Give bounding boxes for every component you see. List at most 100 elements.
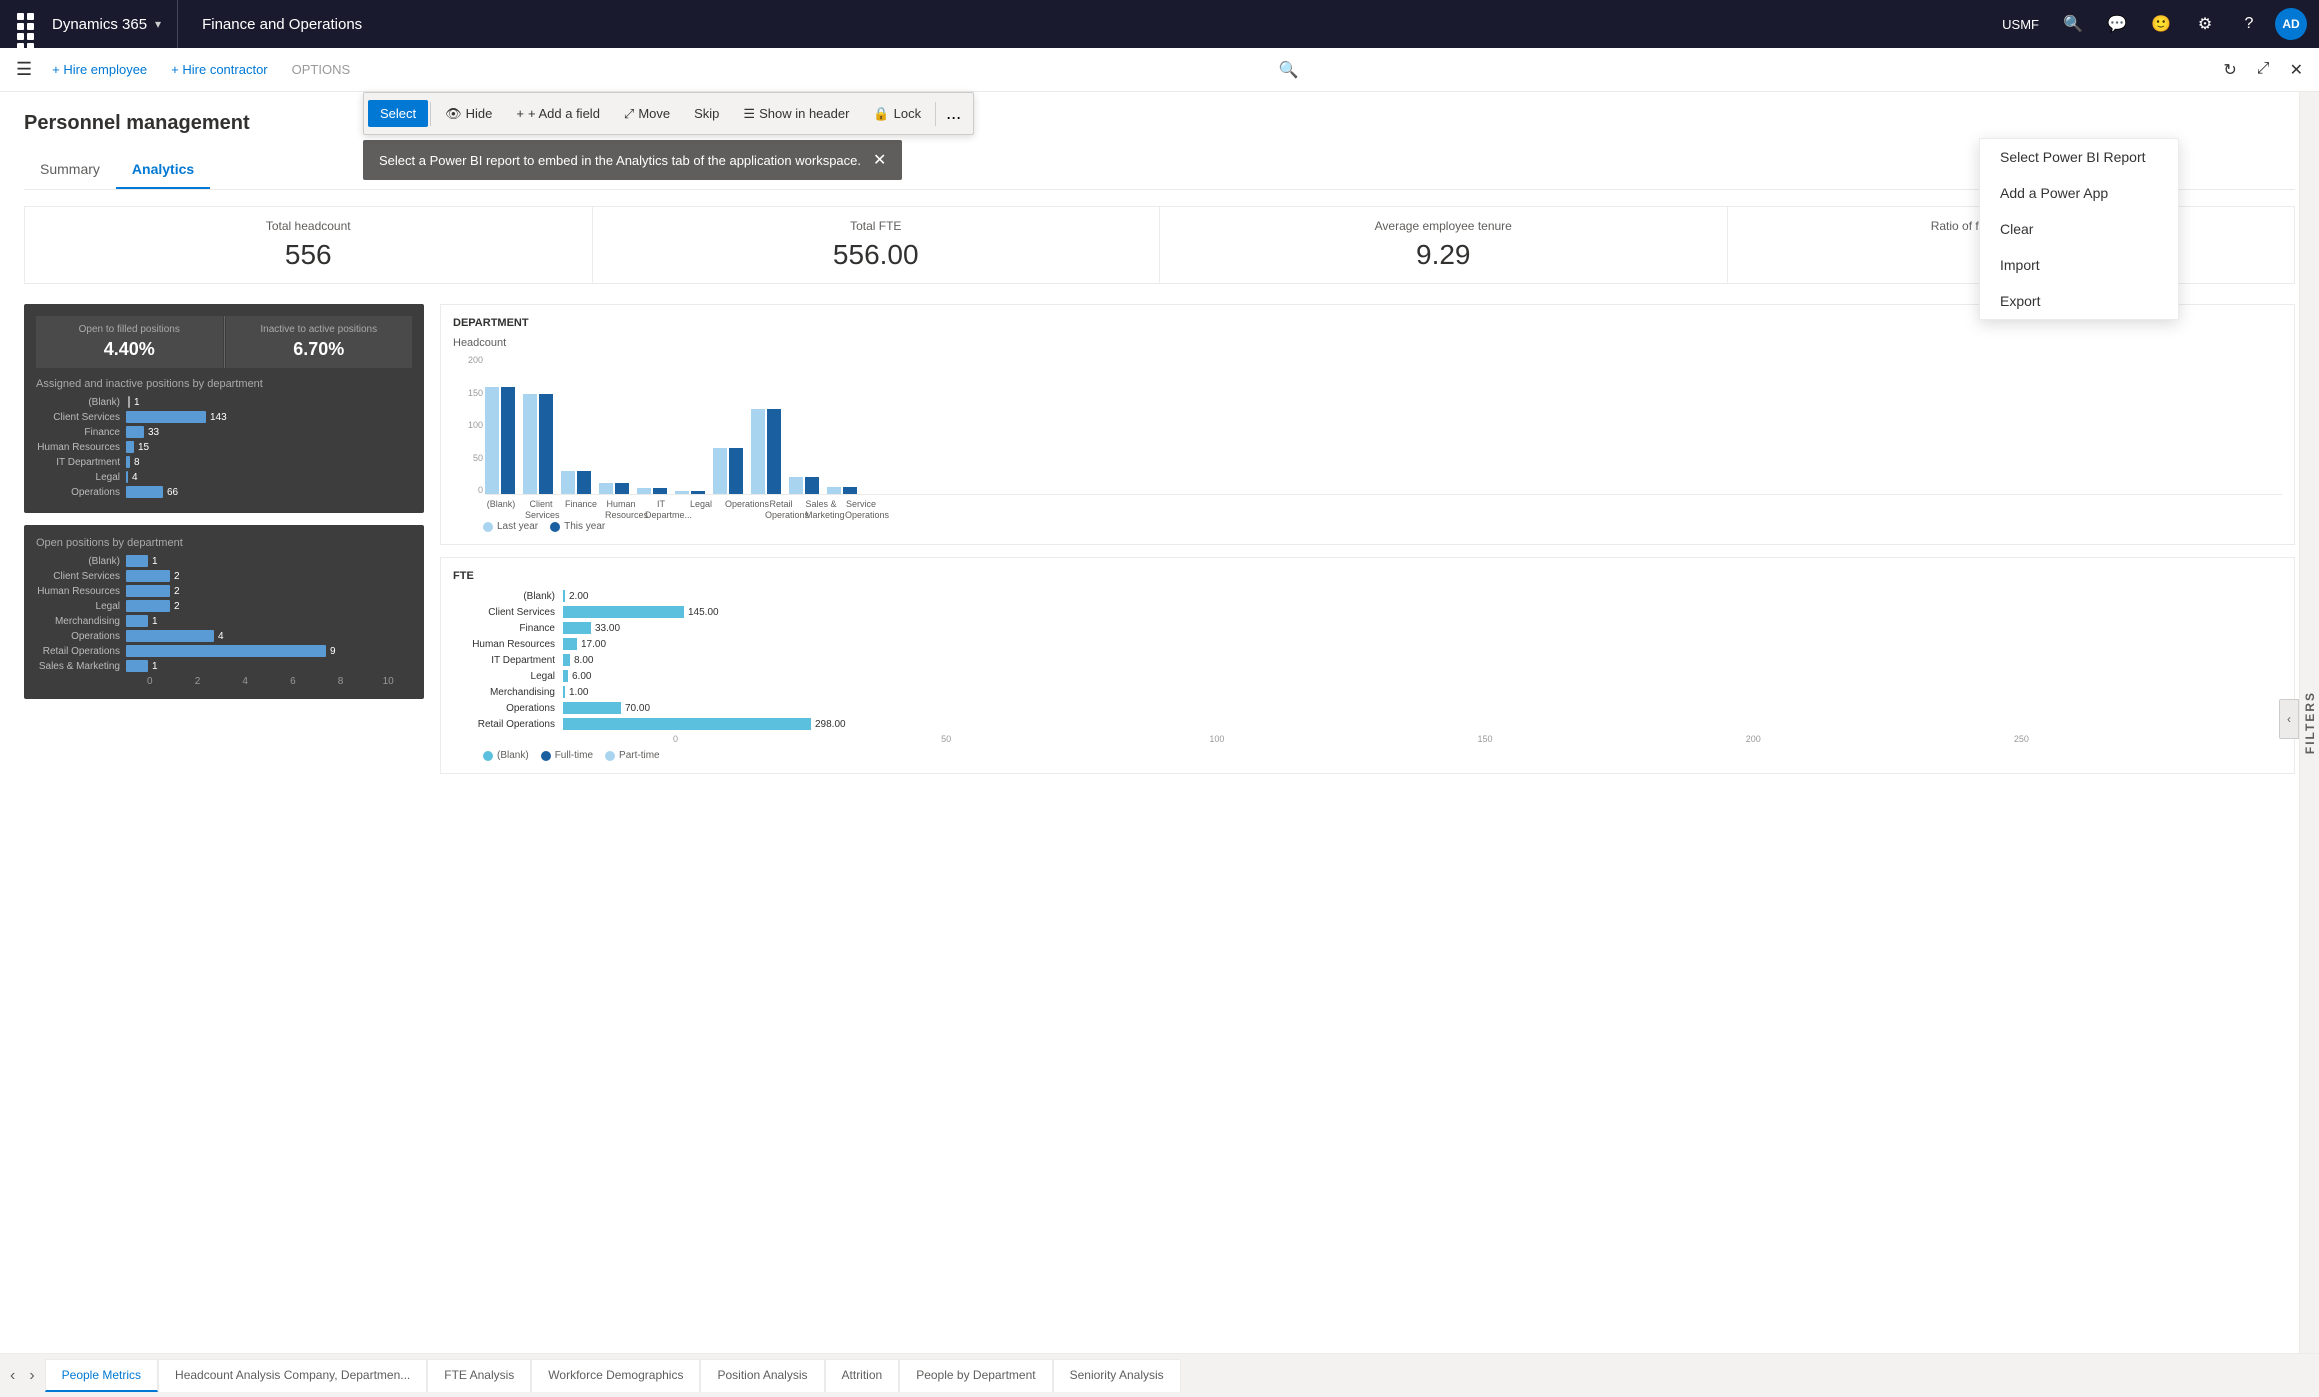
tooltip-close-button[interactable]: ✕ — [873, 150, 886, 170]
bottom-tab-1[interactable]: Headcount Analysis Company, Departmen... — [158, 1359, 427, 1392]
menu-item-clear[interactable]: Clear — [1980, 211, 2178, 247]
tab-summary[interactable]: Summary — [24, 151, 116, 189]
list-item — [599, 483, 629, 494]
list-item: Legal 4 — [36, 471, 412, 483]
help-icon[interactable]: ? — [2231, 6, 2267, 42]
skip-button[interactable]: Skip — [682, 100, 731, 127]
bottom-tab-nav: ‹ › — [0, 1363, 45, 1389]
hire-contractor-button[interactable]: + Hire contractor — [159, 56, 279, 83]
menu-item-add-power-app[interactable]: Add a Power App — [1980, 175, 2178, 211]
bottom-next-icon[interactable]: › — [23, 1363, 40, 1389]
list-item: Human Resources 15 — [36, 441, 412, 453]
bottom-tab-2[interactable]: FTE Analysis — [427, 1359, 531, 1392]
list-item — [789, 477, 819, 494]
legend-this-year: This year — [550, 521, 605, 532]
positions-chart: Open to filled positions 4.40% Inactive … — [24, 304, 424, 513]
dept-legend: Last year This year — [453, 521, 2282, 532]
menu-item-export[interactable]: Export — [1980, 283, 2178, 319]
user-avatar[interactable]: AD — [2275, 8, 2307, 40]
stat-headcount-value: 556 — [45, 239, 572, 271]
list-item — [675, 491, 705, 494]
bottom-tab-4[interactable]: Position Analysis — [700, 1359, 824, 1392]
list-item: Finance — [565, 499, 597, 521]
show-in-header-button[interactable]: ☰ Show in header — [731, 100, 861, 128]
list-item: (Blank) 1 — [36, 396, 412, 408]
chat-icon[interactable]: 💬 — [2099, 6, 2135, 42]
header-icon: ☰ — [743, 106, 755, 122]
bottom-prev-icon[interactable]: ‹ — [4, 1363, 21, 1389]
list-item: Finance 33.00 — [453, 622, 2282, 634]
list-item: IT Departme... — [645, 499, 677, 521]
filters-label: FILTERS — [2303, 691, 2317, 754]
bottom-tab-5[interactable]: Attrition — [825, 1359, 900, 1392]
add-icon: + — [516, 106, 524, 121]
list-item: IT Department 8 — [36, 456, 412, 468]
move-button[interactable]: ⤢ Move — [612, 100, 682, 128]
open-positions-bars: (Blank) 1 Client Services 2 Human Resour… — [36, 555, 412, 672]
menu-item-select-pbi[interactable]: Select Power BI Report — [1980, 139, 2178, 175]
fte-bars: (Blank) 2.00 Client Services 145.00 Fina… — [453, 590, 2282, 730]
filters-sidebar[interactable]: FILTERS — [2299, 92, 2319, 1353]
smiley-icon[interactable]: 🙂 — [2143, 6, 2179, 42]
waffle-icon[interactable] — [12, 8, 44, 40]
list-item — [485, 387, 515, 494]
refresh-icon[interactable]: ↻ — [2215, 52, 2244, 88]
more-options-icon[interactable]: ... — [938, 97, 969, 130]
toolbar-overlay: Select 👁 Hide + + Add a field ⤢ Move Ski… — [363, 92, 974, 135]
search-nav-icon[interactable]: 🔍 — [1271, 52, 1307, 88]
tab-analytics[interactable]: Analytics — [116, 151, 210, 189]
bottom-tab-7[interactable]: Seniority Analysis — [1053, 1359, 1181, 1392]
this-year-label: This year — [564, 521, 605, 532]
search-icon[interactable]: 🔍 — [2055, 6, 2091, 42]
tooltip-text: Select a Power BI report to embed in the… — [379, 153, 861, 168]
list-item: Human Resources 2 — [36, 585, 412, 597]
this-year-dot — [550, 522, 560, 532]
parttime-dot — [605, 751, 615, 761]
inactive-to-active-value: 6.70% — [234, 339, 405, 360]
close-icon[interactable]: ✕ — [2282, 52, 2311, 88]
dropdown-menu: Select Power BI Report Add a Power App C… — [1979, 138, 2179, 320]
bottom-tab-0[interactable]: People Metrics — [45, 1359, 158, 1392]
assigned-inactive-chart: (Blank) 1 Client Services 143 Finance 33… — [36, 396, 412, 498]
menu-item-import[interactable]: Import — [1980, 247, 2178, 283]
last-year-label: Last year — [497, 521, 538, 532]
lock-icon: 🔒 — [873, 106, 889, 122]
second-nav: ☰ + Hire employee + Hire contractor OPTI… — [0, 48, 2319, 92]
fulltime-label: Full-time — [555, 750, 593, 761]
pos-divider — [224, 316, 225, 368]
dashboard-grid: Open to filled positions 4.40% Inactive … — [24, 304, 2295, 1303]
brand-section: Dynamics 365 ▾ — [52, 0, 178, 48]
bottom-tab-6[interactable]: People by Department — [899, 1359, 1052, 1392]
stat-fte: Total FTE 556.00 — [593, 207, 1161, 283]
list-item: Operations — [725, 499, 757, 521]
list-item: Sales & Marketing 1 — [36, 660, 412, 672]
list-item: Client Services 2 — [36, 570, 412, 582]
list-item: Human Resources — [605, 499, 637, 521]
inactive-to-active-label: Inactive to active positions — [234, 324, 405, 335]
brand-d365-label[interactable]: Dynamics 365 — [52, 16, 147, 33]
list-item: Finance 33 — [36, 426, 412, 438]
hire-employee-button[interactable]: + Hire employee — [40, 56, 159, 83]
list-item: (Blank) 2.00 — [453, 590, 2282, 602]
main-content: Personnel management Summary Analytics T… — [0, 92, 2319, 1353]
list-item: Retail Operations 298.00 — [453, 718, 2282, 730]
hide-button[interactable]: 👁 Hide — [433, 100, 504, 128]
popout-icon[interactable]: ⤢ — [2249, 52, 2278, 88]
nav-right: USMF 🔍 💬 🙂 ⚙ ? AD — [1994, 6, 2307, 42]
bottom-tabs: ‹ › People MetricsHeadcount Analysis Com… — [0, 1353, 2319, 1397]
brand-chevron-icon[interactable]: ▾ — [155, 17, 161, 31]
hide-icon: 👁 — [445, 106, 462, 122]
bottom-tab-3[interactable]: Workforce Demographics — [531, 1359, 700, 1392]
list-item: Human Resources 17.00 — [453, 638, 2282, 650]
hamburger-icon[interactable]: ☰ — [8, 51, 40, 88]
blank-label: (Blank) — [497, 750, 529, 761]
settings-icon[interactable]: ⚙ — [2187, 6, 2223, 42]
stat-tenure-value: 9.29 — [1180, 239, 1707, 271]
stat-fte-label: Total FTE — [613, 219, 1140, 233]
collapse-button[interactable]: ‹ — [2279, 699, 2299, 739]
list-item: Service Operations — [845, 499, 877, 521]
select-button[interactable]: Select — [368, 100, 428, 127]
add-field-button[interactable]: + + Add a field — [504, 100, 612, 127]
options-label: OPTIONS — [280, 56, 363, 83]
lock-button[interactable]: 🔒 Lock — [861, 100, 933, 128]
